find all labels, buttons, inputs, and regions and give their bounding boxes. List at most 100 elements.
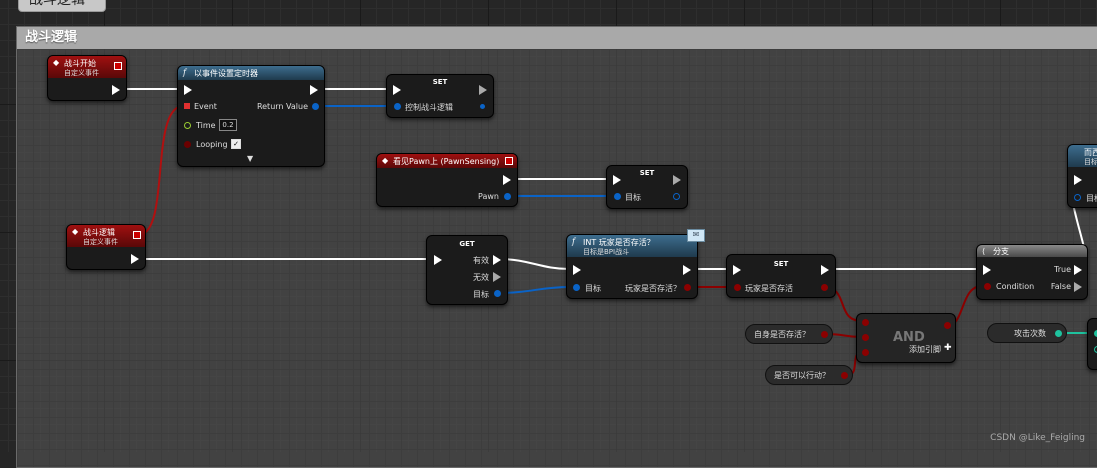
pin-label: 目标 — [473, 290, 489, 299]
comment-title[interactable]: 战斗逻辑 — [17, 27, 1097, 49]
valid-exec-pin[interactable] — [493, 255, 501, 265]
node-title: SET — [773, 260, 789, 268]
looping-checkbox[interactable]: ✓ — [231, 139, 241, 149]
exec-in-pin[interactable] — [1074, 175, 1082, 185]
node-set-target[interactable]: SET 目标 — [606, 165, 688, 209]
exec-out-pin[interactable] — [821, 265, 829, 275]
exec-in-pin[interactable] — [393, 85, 401, 95]
var-label: 是否可以行动？ — [774, 371, 830, 380]
pin-label: Return Value — [256, 102, 308, 111]
return-value-pin[interactable] — [312, 103, 319, 110]
node-battle-logic-event[interactable]: ◆ 战斗逻辑 自定义事件 — [66, 224, 146, 270]
and-in-pin-b[interactable] — [862, 334, 869, 341]
condition-pin[interactable] — [984, 283, 991, 290]
node-header: ◆ 战斗开始 自定义事件 — [48, 56, 126, 78]
node-header: f 以事件设置定时器 — [178, 66, 324, 80]
true-exec-pin[interactable] — [1074, 265, 1082, 275]
node-header: ◆ 看见Pawn上 (PawnSensing) — [377, 154, 517, 168]
and-in-pin-a[interactable] — [862, 319, 869, 326]
exec-out-pin[interactable] — [683, 265, 691, 275]
node-header: f INT 玩家是否存活？ 目标是BPI战斗 — [567, 235, 697, 257]
pin-label: 玩家是否存活 — [745, 284, 793, 293]
int-out-pin[interactable] — [1055, 330, 1062, 337]
target-in-pin[interactable] — [1074, 194, 1081, 201]
var-in-pin[interactable] — [394, 103, 401, 110]
event-diamond-icon: ◆ — [72, 227, 79, 236]
node-battle-start[interactable]: ◆ 战斗开始 自定义事件 — [47, 55, 127, 101]
exec-out-pin[interactable] — [673, 175, 681, 185]
node-title: SET — [432, 78, 448, 86]
bool-out-pin[interactable] — [684, 284, 691, 291]
node-set-player-alive[interactable]: SET 玩家是否存活 — [726, 254, 836, 298]
node-title: 看见Pawn上 (PawnSensing) — [393, 157, 500, 166]
exec-out-pin[interactable] — [479, 85, 487, 95]
node-and-boolean[interactable]: AND 添加引脚 ✚ — [856, 313, 956, 363]
node-title: 分支 — [993, 247, 1009, 256]
node-bottom-right-clipped[interactable] — [1087, 318, 1097, 370]
node-subtitle: 目标 — [1084, 158, 1097, 166]
pin-label: 无效 — [473, 273, 489, 282]
and-out-pin[interactable] — [944, 322, 951, 329]
node-header: ⟨ 分支 — [977, 245, 1087, 257]
exec-in-pin[interactable] — [573, 265, 581, 275]
exec-out-pin[interactable] — [310, 85, 318, 95]
exec-in-pin[interactable] — [983, 265, 991, 275]
node-subtitle: 自定义事件 — [64, 69, 99, 77]
node-subtitle: 自定义事件 — [83, 238, 118, 246]
target-out-pin[interactable] — [673, 193, 680, 200]
invalid-exec-pin[interactable] — [493, 272, 501, 282]
var-self-alive[interactable]: 自身是否存活？ — [745, 324, 833, 344]
node-header: ◆ 战斗逻辑 自定义事件 — [67, 225, 145, 247]
exec-out-pin[interactable] — [503, 175, 511, 185]
pin-label: Pawn — [478, 192, 499, 201]
message-envelope-icon: ✉ — [687, 229, 705, 242]
node-get-validated[interactable]: GET 有效 无效 目标 — [426, 235, 508, 305]
looping-pin[interactable] — [184, 141, 191, 148]
var-can-act[interactable]: 是否可以行动？ — [765, 365, 853, 385]
node-set-timer-by-event[interactable]: f 以事件设置定时器 Event Return Value Time 0.2 L… — [177, 65, 325, 167]
exec-out-pin[interactable] — [131, 254, 139, 264]
exec-in-pin[interactable] — [434, 255, 442, 265]
pin-label: 控制战斗逻辑 — [405, 103, 453, 112]
exec-in-pin[interactable] — [184, 85, 192, 95]
function-icon: f — [572, 237, 575, 246]
node-on-see-pawn[interactable]: ◆ 看见Pawn上 (PawnSensing) Pawn — [376, 153, 518, 207]
event-pin[interactable] — [184, 103, 190, 109]
node-title: GET — [459, 240, 475, 248]
delegate-pin-icon[interactable] — [505, 157, 513, 165]
false-exec-pin[interactable] — [1074, 282, 1082, 292]
node-right-clipped[interactable]: 而西 目标 目标 — [1067, 144, 1097, 208]
delegate-pin-icon[interactable] — [114, 62, 122, 70]
add-pin-plus-icon[interactable]: ✚ — [944, 343, 952, 353]
add-pin-label[interactable]: 添加引脚 — [909, 344, 941, 355]
node-set-control-logic[interactable]: SET 控制战斗逻辑 — [386, 74, 494, 118]
node-interface-player-alive[interactable]: f INT 玩家是否存活？ 目标是BPI战斗 ✉ 目标 玩家是否存活？ — [566, 229, 705, 299]
pawn-out-pin[interactable] — [504, 193, 511, 200]
top-comment-tab[interactable]: 战斗逻辑 — [18, 0, 106, 12]
var-out-pin[interactable] — [480, 104, 485, 109]
target-in-pin[interactable] — [614, 193, 621, 200]
target-in-pin[interactable] — [573, 284, 580, 291]
chevron-down-icon[interactable]: ▼ — [247, 154, 253, 163]
time-pin[interactable] — [184, 122, 191, 129]
exec-in-pin[interactable] — [613, 175, 621, 185]
time-input[interactable]: 0.2 — [219, 119, 237, 131]
delegate-pin-icon[interactable] — [133, 231, 141, 239]
target-out-pin[interactable] — [494, 290, 501, 297]
bool-out-pin[interactable] — [841, 372, 848, 379]
exec-in-pin[interactable] — [733, 265, 741, 275]
and-in-pin-c[interactable] — [862, 349, 869, 356]
pin-label: Condition — [996, 282, 1035, 291]
event-diamond-icon: ◆ — [53, 58, 60, 67]
bool-out-pin[interactable] — [821, 284, 828, 291]
exec-out-pin[interactable] — [112, 85, 120, 95]
var-attack-count[interactable]: 攻击次数 — [987, 323, 1067, 343]
function-icon: f — [183, 68, 186, 77]
watermark: CSDN @Like_Feigling — [990, 433, 1085, 443]
pin-label: 玩家是否存活？ — [625, 284, 681, 293]
bool-out-pin[interactable] — [821, 331, 828, 338]
pin-label: False — [1050, 282, 1071, 291]
node-title: AND — [893, 330, 925, 345]
node-branch[interactable]: ⟨ 分支 True Condition False — [976, 244, 1088, 300]
bool-in-pin[interactable] — [734, 284, 741, 291]
